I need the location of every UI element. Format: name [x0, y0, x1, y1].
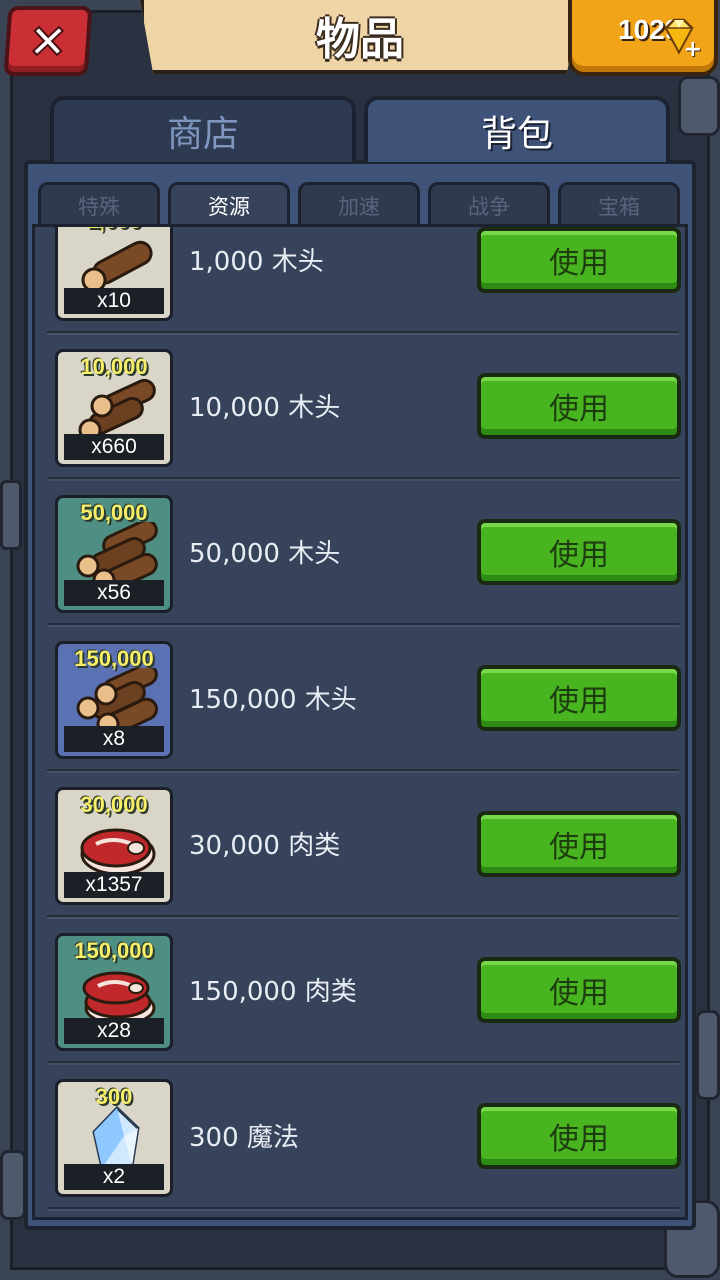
plus-icon: + — [683, 37, 702, 62]
list-item: 1,000 x10 1,000 木头 使用 — [47, 227, 681, 333]
item-amount: 150,000 — [74, 646, 154, 671]
list-item: 150,000 x28 150,000 肉类 使用 — [47, 917, 681, 1063]
item-name: 30,000 肉类 — [189, 831, 341, 861]
item-amount: 1,000 — [58, 227, 170, 234]
use-button[interactable]: 使用 — [477, 957, 681, 1023]
item-quantity: x1357 — [64, 872, 164, 898]
subtab-speedup[interactable]: 加速 — [298, 182, 420, 226]
item-icon: 150,000 x8 — [55, 641, 173, 759]
list-item: 50,000 x56 50,000 木头 使用 — [47, 479, 681, 625]
item-quantity: x28 — [64, 1018, 164, 1044]
item-quantity: x2 — [64, 1164, 164, 1190]
use-button[interactable]: 使用 — [477, 665, 681, 731]
item-amount: 30,000 — [80, 792, 148, 817]
item-icon: 1,000 x10 — [55, 227, 173, 321]
use-button[interactable]: 使用 — [477, 811, 681, 877]
item-quantity: x660 — [64, 434, 164, 460]
frame-rock — [678, 76, 720, 136]
close-icon — [31, 25, 65, 57]
item-icon: 10,000 x660 — [55, 349, 173, 467]
item-name: 1,000 木头 — [189, 247, 324, 277]
item-quantity: x10 — [64, 288, 164, 314]
item-icon: 300 x2 — [55, 1079, 173, 1197]
subtab-special[interactable]: 特殊 — [38, 182, 160, 226]
use-button[interactable]: 使用 — [477, 519, 681, 585]
item-name: 10,000 木头 — [189, 393, 341, 423]
gem-balance-button[interactable]: 1029 + — [568, 0, 718, 76]
frame-rock — [0, 480, 22, 550]
list-item: 150,000 x8 150,000 木头 使用 — [47, 625, 681, 771]
item-amount: 50,000 — [80, 500, 148, 525]
list-item: 30,000 x1357 30,000 肉类 使用 — [47, 771, 681, 917]
page-title: 物品 — [316, 14, 404, 65]
item-name: 50,000 木头 — [189, 539, 341, 569]
subtab-chest[interactable]: 宝箱 — [558, 182, 680, 226]
use-button[interactable]: 使用 — [477, 373, 681, 439]
item-quantity: x8 — [64, 726, 164, 752]
frame-rock — [696, 1010, 720, 1100]
tab-backpack[interactable]: 背包 — [364, 96, 670, 162]
close-button[interactable] — [3, 6, 93, 76]
frame-rock — [0, 1150, 26, 1220]
item-icon: 30,000 x1357 — [55, 787, 173, 905]
subtab-resources[interactable]: 资源 — [168, 182, 290, 226]
item-amount: 300 — [95, 1084, 133, 1109]
item-quantity: x56 — [64, 580, 164, 606]
item-icon: 50,000 x56 — [55, 495, 173, 613]
use-button[interactable]: 使用 — [477, 1103, 681, 1169]
title-banner: 物品 — [140, 0, 580, 74]
item-name: 300 魔法 — [189, 1123, 299, 1153]
list-item: 300 x2 300 魔法 使用 — [47, 1063, 681, 1209]
item-amount: 10,000 — [80, 354, 148, 379]
item-icon: 150,000 x28 — [55, 933, 173, 1051]
use-button[interactable]: 使用 — [477, 227, 681, 293]
item-name: 150,000 木头 — [189, 685, 357, 715]
item-amount: 150,000 — [74, 938, 154, 963]
subtab-war[interactable]: 战争 — [428, 182, 550, 226]
tab-shop[interactable]: 商店 — [50, 96, 356, 162]
item-list[interactable]: 1,000 x10 1,000 木头 使用 10,000 x660 10,000… — [32, 224, 688, 1220]
item-name: 150,000 肉类 — [189, 977, 357, 1007]
list-item: 10,000 x660 10,000 木头 使用 — [47, 333, 681, 479]
